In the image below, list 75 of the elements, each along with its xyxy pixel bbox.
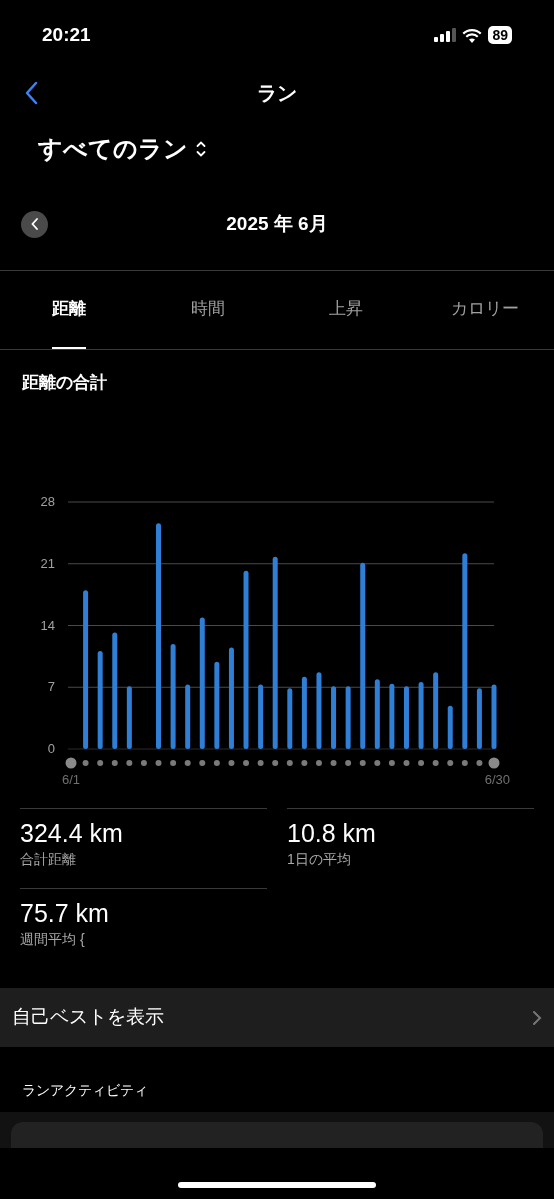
bar: [287, 688, 293, 749]
chevron-right-icon: [532, 1009, 542, 1026]
day-dot: [257, 760, 264, 766]
bar: [185, 684, 191, 749]
battery-level: 89: [488, 26, 512, 44]
bar: [491, 684, 497, 749]
day-dot: [65, 757, 77, 769]
wifi-icon: [462, 27, 483, 43]
signal-icon: [434, 28, 457, 42]
section-heading: ランアクティビティ: [22, 1081, 148, 1100]
bar: [404, 686, 409, 749]
day-dot: [111, 760, 118, 766]
bar: [126, 686, 132, 749]
day-dot: [374, 760, 381, 766]
bar: [476, 688, 482, 749]
bar: [258, 684, 264, 749]
day-dot: [170, 760, 177, 766]
day-dot: [228, 760, 235, 766]
bar: [331, 686, 337, 749]
month-label: 2025 年 6月: [226, 211, 328, 236]
day-dot: [126, 760, 133, 766]
day-dot: [97, 760, 104, 766]
screen-title: ラン: [257, 81, 297, 106]
bar: [374, 679, 380, 749]
chevron-up-down-icon[interactable]: [196, 140, 206, 158]
day-dot: [155, 760, 162, 766]
day-dot: [476, 760, 483, 766]
personal-best-row[interactable]: 自己ベストを表示: [0, 988, 554, 1047]
y-axis-label: 28: [40, 494, 55, 509]
day-dot: [272, 760, 279, 766]
y-axis-label: 7: [47, 679, 55, 695]
x-axis-label: 6/30: [484, 772, 510, 787]
day-dot: [359, 760, 366, 766]
bar: [345, 686, 351, 749]
metric-tab[interactable]: カロリー: [450, 271, 519, 349]
day-dot: [82, 760, 89, 766]
stat-value: 10.8 km: [287, 818, 377, 849]
day-dot: [330, 760, 337, 766]
stat-label: 週間平均 {: [20, 930, 86, 949]
stat-label: 合計距離: [20, 850, 77, 869]
filter-selector[interactable]: すべてのラン: [38, 131, 188, 167]
day-dot: [315, 760, 322, 766]
status-time: 20:21: [42, 22, 91, 47]
y-axis-label: 0: [47, 741, 55, 756]
chevron-left-icon: [30, 218, 39, 230]
bar: [389, 683, 395, 749]
metric-tab[interactable]: 上昇: [329, 271, 364, 349]
day-dot: [140, 760, 147, 766]
bar: [447, 705, 453, 749]
day-dot: [301, 760, 308, 766]
day-dot: [286, 760, 293, 766]
day-dot: [388, 760, 395, 766]
day-dot: [199, 760, 206, 766]
previous-month-button[interactable]: [21, 210, 48, 238]
y-axis-label: 14: [40, 617, 55, 633]
stat-label: 1日の平均: [287, 850, 352, 869]
bar: [418, 681, 424, 749]
metric-tab[interactable]: 距離: [52, 271, 87, 349]
day-dot: [488, 757, 500, 769]
back-icon[interactable]: [24, 81, 38, 105]
stat-value: 324.4 km: [20, 818, 124, 849]
chart-title: 距離の合計: [22, 373, 107, 392]
day-dot: [461, 760, 468, 766]
day-dot: [403, 760, 410, 766]
day-dot: [213, 760, 220, 766]
day-dot: [418, 760, 425, 766]
x-axis-label: 6/1: [61, 772, 81, 787]
day-dot: [184, 760, 191, 766]
metric-tab[interactable]: 時間: [190, 271, 225, 349]
stat-value: 75.7 km: [20, 898, 110, 929]
day-dot: [432, 760, 439, 766]
y-axis-label: 21: [40, 555, 55, 571]
day-dot: [345, 760, 352, 766]
day-dot: [243, 760, 250, 766]
day-dot: [447, 760, 454, 766]
